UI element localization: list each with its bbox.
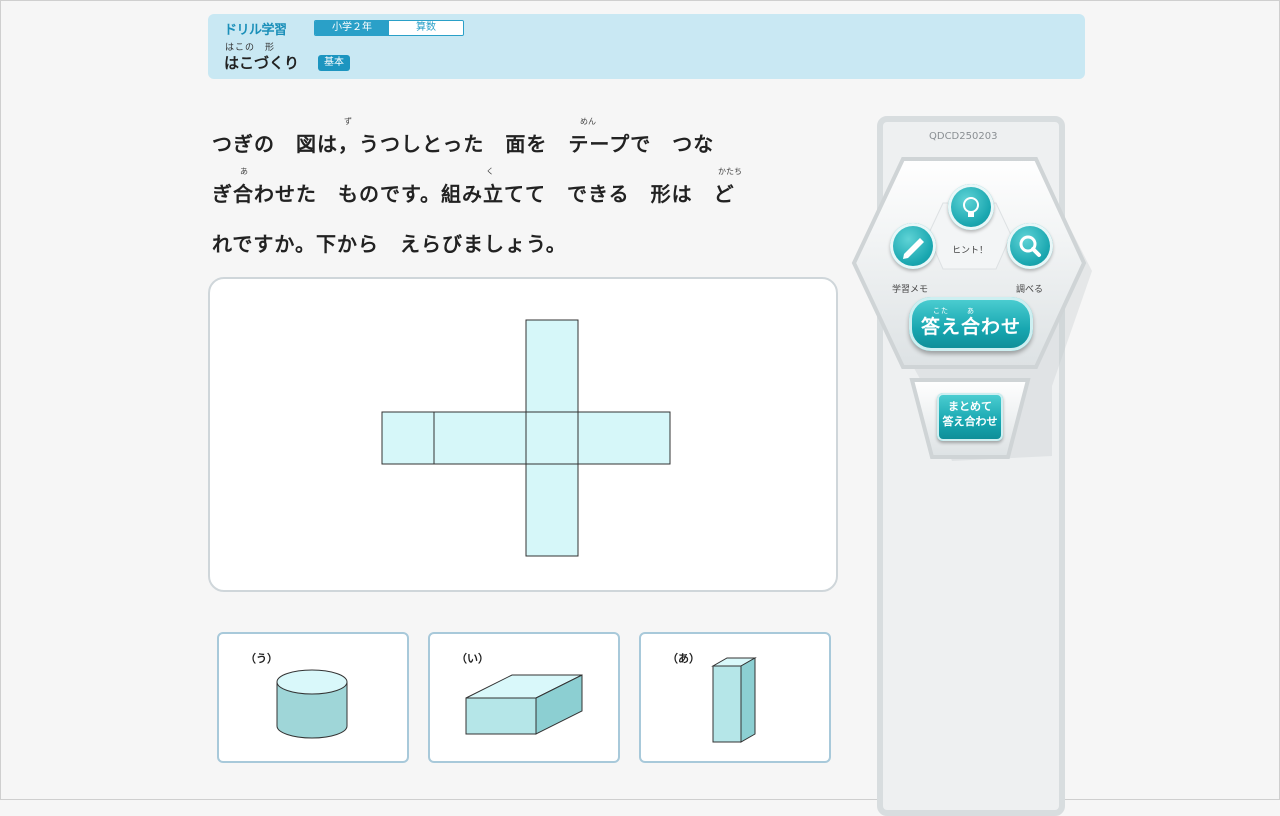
question-line-2: ぎ合わせた ものです。組み立てて できる 形は ど: [212, 182, 735, 206]
pencil-icon: [903, 238, 924, 259]
batch-label-line1: まとめて: [948, 400, 992, 413]
unit-title: はこづくり: [224, 54, 300, 72]
ruby-ku: く: [486, 167, 494, 176]
lesson-header: ドリル学習 小学２年 算数 はこの 形 はこづくり 基本: [208, 14, 1085, 79]
cube-net-diagram: [381, 319, 671, 557]
ruby-a: あ: [240, 167, 248, 176]
question-line: ず めん つぎの 図は，うつしとった 面を テープで つな: [212, 112, 832, 162]
net-face-right-long: [577, 411, 671, 465]
net-face-top: [525, 319, 579, 413]
answer-ruby-a: あ: [967, 307, 975, 315]
magnifier-icon: [1019, 235, 1041, 257]
question-line: あ く かたち ぎ合わせた ものです。組み立てて できる 形は ど: [212, 162, 832, 212]
study-memo-label: 学習メモ: [892, 285, 929, 295]
batch-check-answer-button[interactable]: まとめて 答え合わせ: [937, 393, 1003, 441]
check-answer-button[interactable]: こた あ 答え合わせ: [909, 297, 1033, 351]
option-a[interactable]: （あ）: [639, 632, 831, 763]
level-badge: 基本: [318, 55, 350, 71]
problem-code: QDCD250203: [929, 131, 998, 142]
question-line: れですか。下から えらびましょう。: [212, 212, 832, 262]
hint-label: ヒント！: [952, 246, 989, 256]
grade-tag: 小学２年: [315, 21, 389, 35]
ruby-zu: ず: [344, 117, 352, 126]
question-text: ず めん つぎの 図は，うつしとった 面を テープで つな あ く かたち ぎ合…: [212, 112, 832, 262]
net-face-bottom: [525, 463, 579, 557]
app-title: ドリル学習: [224, 23, 287, 38]
check-answer-label: 答え合わせ: [920, 316, 1021, 338]
search-button[interactable]: [1007, 223, 1053, 269]
net-figure-panel: [208, 277, 838, 592]
hint-button[interactable]: [948, 184, 994, 230]
lightbulb-icon: [963, 197, 979, 217]
study-memo-button[interactable]: [890, 223, 936, 269]
grade-subject-tags: 小学２年 算数: [314, 20, 464, 36]
option-i[interactable]: （い）: [428, 632, 620, 763]
answer-ruby-kotae: こた: [933, 307, 949, 315]
option-u[interactable]: （う）: [217, 632, 409, 763]
net-face-left-small: [381, 411, 435, 465]
tall-box-shape: [711, 657, 757, 743]
net-face-center: [525, 411, 579, 465]
question-line-3: れですか。下から えらびましょう。: [212, 232, 567, 256]
ruby-katachi: かたち: [718, 167, 742, 176]
ruby-men: めん: [580, 117, 596, 126]
cylinder-shape: [276, 669, 348, 739]
net-face-left-long: [433, 411, 527, 465]
subject-tag: 算数: [389, 21, 463, 35]
batch-label-line2: 答え合わせ: [942, 415, 998, 428]
question-line-1: つぎの 図は，うつしとった 面を テープで つな: [212, 132, 715, 156]
flat-box-shape: [465, 674, 583, 735]
search-label: 調べる: [1016, 285, 1044, 295]
